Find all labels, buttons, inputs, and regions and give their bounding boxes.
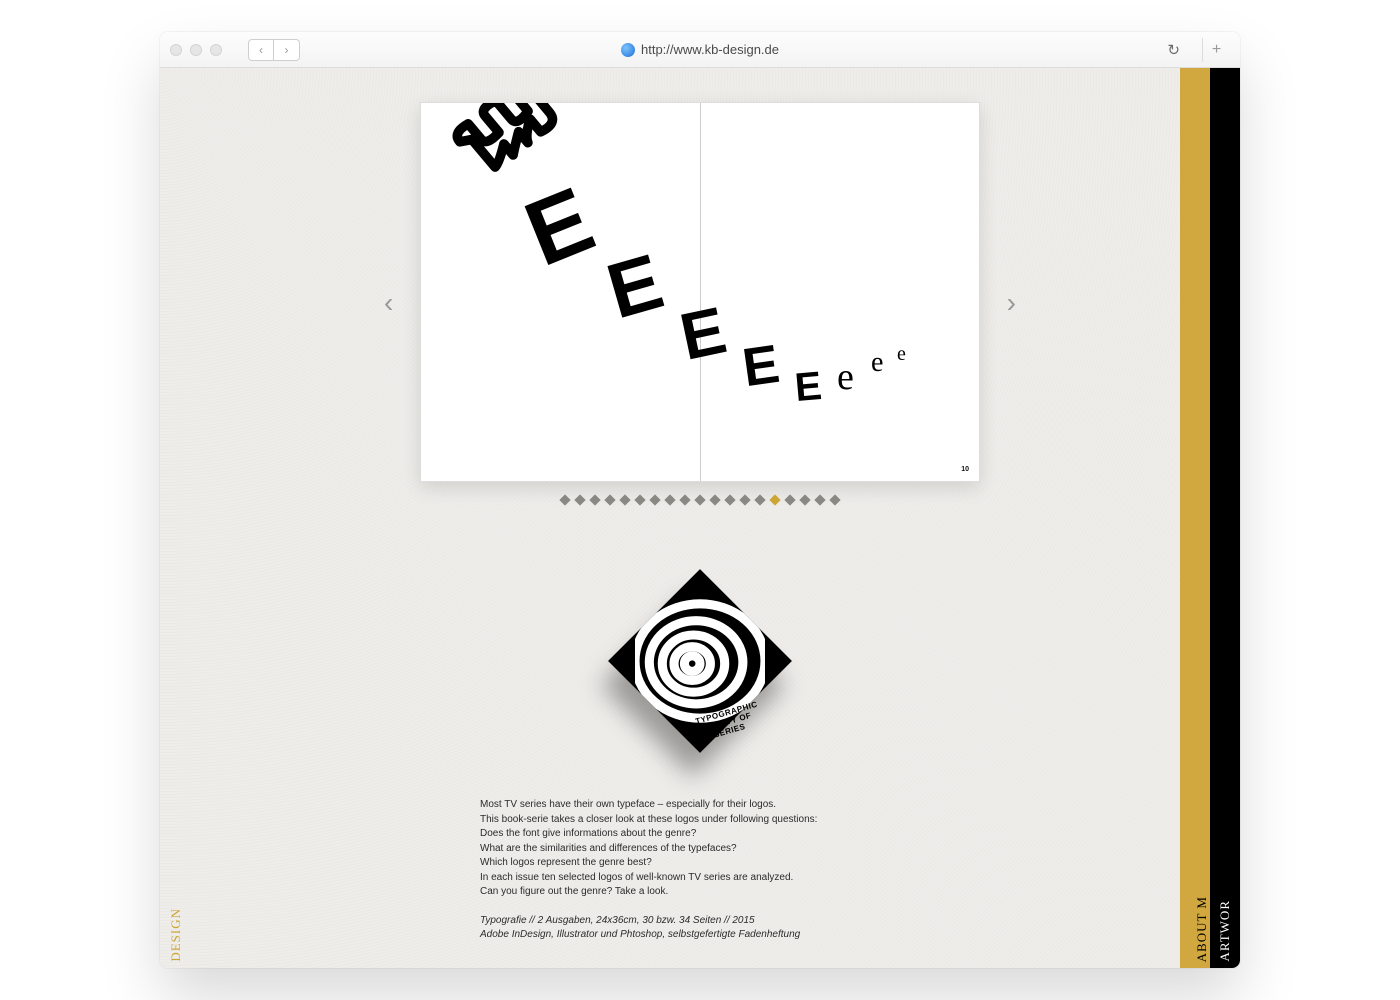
book-spread: 10 E E E E E e e e bbox=[420, 102, 980, 482]
desc-line: Which logos represent the genre best? bbox=[480, 856, 920, 871]
desc-line: This book-serie takes a closer look at t… bbox=[480, 813, 920, 828]
sidebar-tab-design[interactable]: DESIGN bbox=[168, 908, 184, 962]
carousel-dot[interactable] bbox=[559, 494, 570, 505]
desc-meta: Adobe InDesign, Illustrator und Phtoshop… bbox=[480, 928, 920, 943]
carousel-dot[interactable] bbox=[604, 494, 615, 505]
rail-artwork-label: ARTWOR bbox=[1217, 900, 1233, 962]
letter-e-script-2: e bbox=[871, 347, 883, 379]
refresh-button[interactable]: ↻ bbox=[1167, 41, 1188, 59]
carousel-dot[interactable] bbox=[829, 494, 840, 505]
letter-e-1: E bbox=[512, 167, 608, 287]
rail-about[interactable]: ABOUT M bbox=[1180, 68, 1210, 968]
letter-e-4: E bbox=[739, 333, 783, 399]
desc-line: In each issue ten selected logos of well… bbox=[480, 871, 920, 886]
carousel-dot[interactable] bbox=[709, 494, 720, 505]
carousel-dot[interactable] bbox=[679, 494, 690, 505]
letter-e-3: E bbox=[674, 291, 733, 374]
project-description: Most TV series have their own typeface –… bbox=[480, 798, 920, 943]
traffic-lights bbox=[170, 44, 222, 56]
carousel-dot[interactable] bbox=[784, 494, 795, 505]
carousel-dot[interactable] bbox=[649, 494, 660, 505]
carousel-dot[interactable] bbox=[694, 494, 705, 505]
desc-meta: Typografie // 2 Ausgaben, 24x36cm, 30 bz… bbox=[480, 914, 920, 929]
carousel-dot[interactable] bbox=[574, 494, 585, 505]
desc-line: Can you figure out the genre? Take a loo… bbox=[480, 885, 920, 900]
back-button[interactable]: ‹ bbox=[248, 39, 274, 61]
desc-line: Does the font give informations about th… bbox=[480, 827, 920, 842]
minimize-icon[interactable] bbox=[190, 44, 202, 56]
rail-about-label: ABOUT M bbox=[1194, 896, 1210, 962]
zoom-icon[interactable] bbox=[210, 44, 222, 56]
carousel: ‹ › 10 E E E E E e bbox=[420, 102, 980, 504]
letter-e-script-1: e bbox=[837, 355, 854, 399]
desc-line: What are the similarities and difference… bbox=[480, 842, 920, 857]
close-icon[interactable] bbox=[170, 44, 182, 56]
browser-window: ‹ › http://www.kb-design.de ↻ + DESIGN A… bbox=[160, 32, 1240, 968]
content: DESIGN ABOUT M ARTWOR ‹ › 10 bbox=[160, 68, 1240, 968]
carousel-dot[interactable] bbox=[724, 494, 735, 505]
new-tab-button[interactable]: + bbox=[1202, 38, 1230, 62]
carousel-dot[interactable] bbox=[814, 494, 825, 505]
forward-button[interactable]: › bbox=[274, 39, 300, 61]
carousel-dot[interactable] bbox=[739, 494, 750, 505]
carousel-dot[interactable] bbox=[589, 494, 600, 505]
carousel-dot[interactable] bbox=[634, 494, 645, 505]
right-rail: ABOUT M ARTWOR bbox=[1180, 68, 1240, 968]
carousel-dots bbox=[420, 496, 980, 504]
url-text: http://www.kb-design.de bbox=[641, 42, 779, 57]
carousel-dot[interactable] bbox=[664, 494, 675, 505]
carousel-prev-button[interactable]: ‹ bbox=[384, 287, 393, 319]
letter-e-2: E bbox=[597, 236, 672, 338]
page: DESIGN ABOUT M ARTWOR ‹ › 10 bbox=[160, 68, 1240, 968]
carousel-dot[interactable] bbox=[799, 494, 810, 505]
carousel-dot[interactable] bbox=[619, 494, 630, 505]
letter-e-script-3: e bbox=[897, 343, 906, 366]
rail-artwork[interactable]: ARTWOR bbox=[1210, 68, 1240, 968]
carousel-next-button[interactable]: › bbox=[1007, 287, 1016, 319]
address-bar[interactable]: http://www.kb-design.de bbox=[621, 42, 779, 57]
carousel-dot[interactable] bbox=[754, 494, 765, 505]
desc-line: Most TV series have their own typeface –… bbox=[480, 798, 920, 813]
typography-art: E E E E E e e e bbox=[421, 103, 979, 481]
letter-e-5: E bbox=[793, 364, 824, 411]
titlebar: ‹ › http://www.kb-design.de ↻ + bbox=[160, 32, 1240, 68]
carousel-dot[interactable] bbox=[769, 494, 780, 505]
nav-buttons: ‹ › bbox=[248, 39, 300, 61]
globe-icon bbox=[621, 43, 635, 57]
